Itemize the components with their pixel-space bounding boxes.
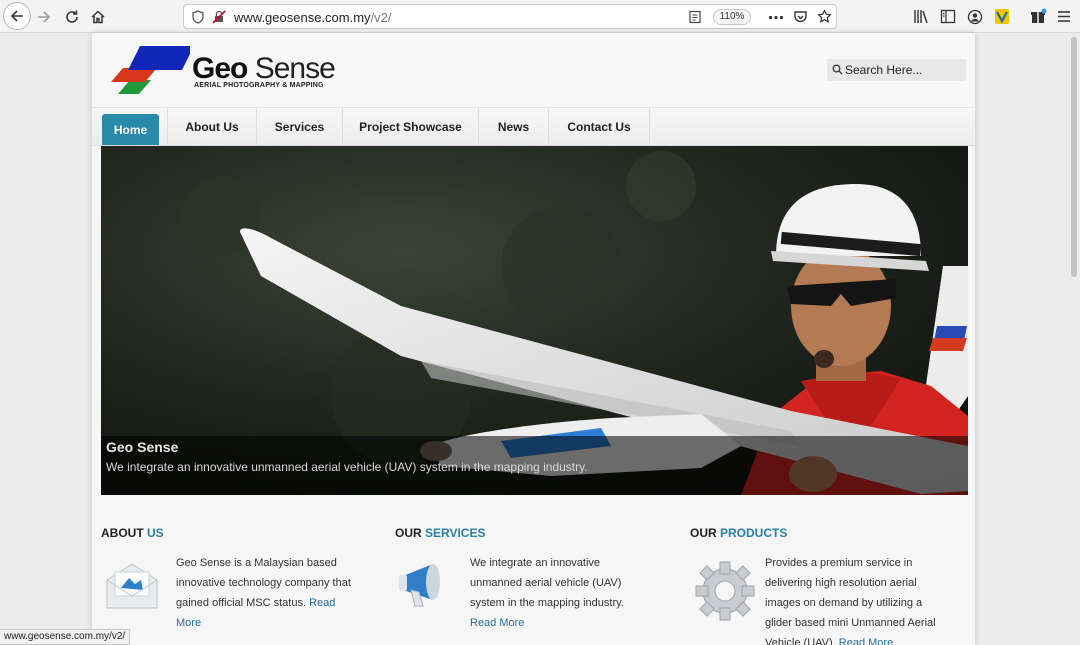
- megaphone-icon: [399, 564, 440, 607]
- our-services-section: OUR SERVICES We integrate an innovative …: [395, 508, 663, 645]
- forward-arrow-icon: [38, 11, 51, 23]
- our-services-read-more-link[interactable]: Read More: [470, 617, 524, 629]
- search-input[interactable]: [845, 62, 963, 78]
- nav-item-project-showcase[interactable]: Project Showcase: [343, 108, 479, 146]
- hero-caption-title: Geo Sense: [106, 439, 179, 455]
- services-heading-accent: SERVICES: [425, 526, 486, 540]
- our-services-body: We integrate an innovative unmanned aeri…: [470, 557, 624, 609]
- about-us-heading: ABOUT US: [101, 526, 164, 540]
- hamburger-menu-icon[interactable]: [1057, 10, 1071, 23]
- forward-button[interactable]: [31, 4, 57, 30]
- reload-icon: [66, 10, 78, 23]
- url-host: www.geosense.com.my: [234, 10, 371, 25]
- main-navigation: Home About Us Services Project Showcase …: [92, 107, 975, 146]
- home-icon: [91, 10, 105, 24]
- zoom-level-badge[interactable]: 110%: [713, 9, 751, 25]
- nav-item-home[interactable]: Home: [102, 114, 159, 145]
- services-heading-plain: OUR: [395, 526, 422, 540]
- nav-item-news[interactable]: News: [479, 108, 549, 146]
- reader-view-icon[interactable]: [688, 10, 702, 24]
- nav-item-services[interactable]: Services: [257, 108, 343, 146]
- address-bar[interactable]: www.geosense.com.my/v2/ 110%: [183, 4, 837, 29]
- our-products-read-more-link[interactable]: Read More: [839, 637, 893, 645]
- about-us-section: ABOUT US Geo Sense is a Malaysian based …: [101, 508, 369, 645]
- site-header: Geo Sense AERIAL PHOTOGRAPHY & MAPPING: [92, 33, 975, 107]
- insecure-lock-icon[interactable]: [212, 10, 226, 24]
- logo-tagline: AERIAL PHOTOGRAPHY & MAPPING: [194, 82, 324, 89]
- status-bar-url: www.geosense.com.my/v2/: [0, 629, 131, 645]
- products-heading-accent: PRODUCTS: [720, 526, 788, 540]
- page-scrollbar[interactable]: [1068, 33, 1080, 645]
- bookmark-star-icon[interactable]: [817, 9, 832, 24]
- logo-title-bold: Geo: [192, 52, 248, 85]
- logo-title-thin: Sense: [254, 52, 336, 85]
- library-icon[interactable]: [913, 9, 929, 24]
- pocket-icon[interactable]: [793, 10, 808, 24]
- nav-item-contact-us[interactable]: Contact Us: [549, 108, 650, 146]
- products-heading-plain: OUR: [690, 526, 717, 540]
- sidebar-icon[interactable]: [940, 9, 956, 24]
- our-services-heading: OUR SERVICES: [395, 526, 485, 540]
- search-box[interactable]: [827, 59, 966, 81]
- our-products-text: Provides a premium service in delivering…: [765, 553, 945, 645]
- hero-caption-text: We integrate an innovative unmanned aeri…: [106, 460, 588, 474]
- back-button[interactable]: [3, 2, 31, 30]
- our-products-section: OUR PRODUCTS Provides a premium service …: [690, 508, 958, 645]
- our-products-body: Provides a premium service in delivering…: [765, 557, 936, 645]
- shield-icon[interactable]: [191, 10, 205, 24]
- hero-slider[interactable]: Geo Sense We integrate an innovative unm…: [101, 146, 968, 495]
- url-path: /v2/: [370, 10, 392, 25]
- geo-sense-logo-icon[interactable]: [104, 46, 190, 98]
- url-text[interactable]: www.geosense.com.my/v2/: [234, 10, 392, 25]
- back-arrow-icon: [10, 10, 23, 22]
- account-icon[interactable]: [967, 9, 983, 25]
- web-page: Geo Sense AERIAL PHOTOGRAPHY & MAPPING H…: [92, 33, 975, 645]
- our-services-text: We integrate an innovative unmanned aeri…: [470, 553, 650, 633]
- logo-title[interactable]: Geo Sense: [192, 52, 336, 86]
- browser-toolbar: www.geosense.com.my/v2/ 110%: [0, 0, 1080, 33]
- nav-item-about-us[interactable]: About Us: [167, 108, 257, 146]
- our-products-heading: OUR PRODUCTS: [690, 526, 787, 540]
- gear-icon: [695, 561, 755, 621]
- extension-icon[interactable]: [994, 8, 1010, 25]
- hero-caption: Geo Sense We integrate an innovative unm…: [101, 436, 968, 495]
- about-heading-accent: US: [147, 526, 164, 540]
- about-us-text: Geo Sense is a Malaysian based innovativ…: [176, 553, 356, 633]
- page-actions-icon[interactable]: [768, 15, 784, 20]
- reload-button[interactable]: [59, 4, 85, 30]
- home-button[interactable]: [85, 4, 111, 30]
- envelope-icon: [106, 563, 158, 609]
- search-icon: [832, 64, 843, 75]
- scrollbar-thumb[interactable]: [1071, 37, 1077, 277]
- whats-new-gift-icon[interactable]: [1030, 8, 1047, 25]
- about-heading-plain: ABOUT: [101, 526, 144, 540]
